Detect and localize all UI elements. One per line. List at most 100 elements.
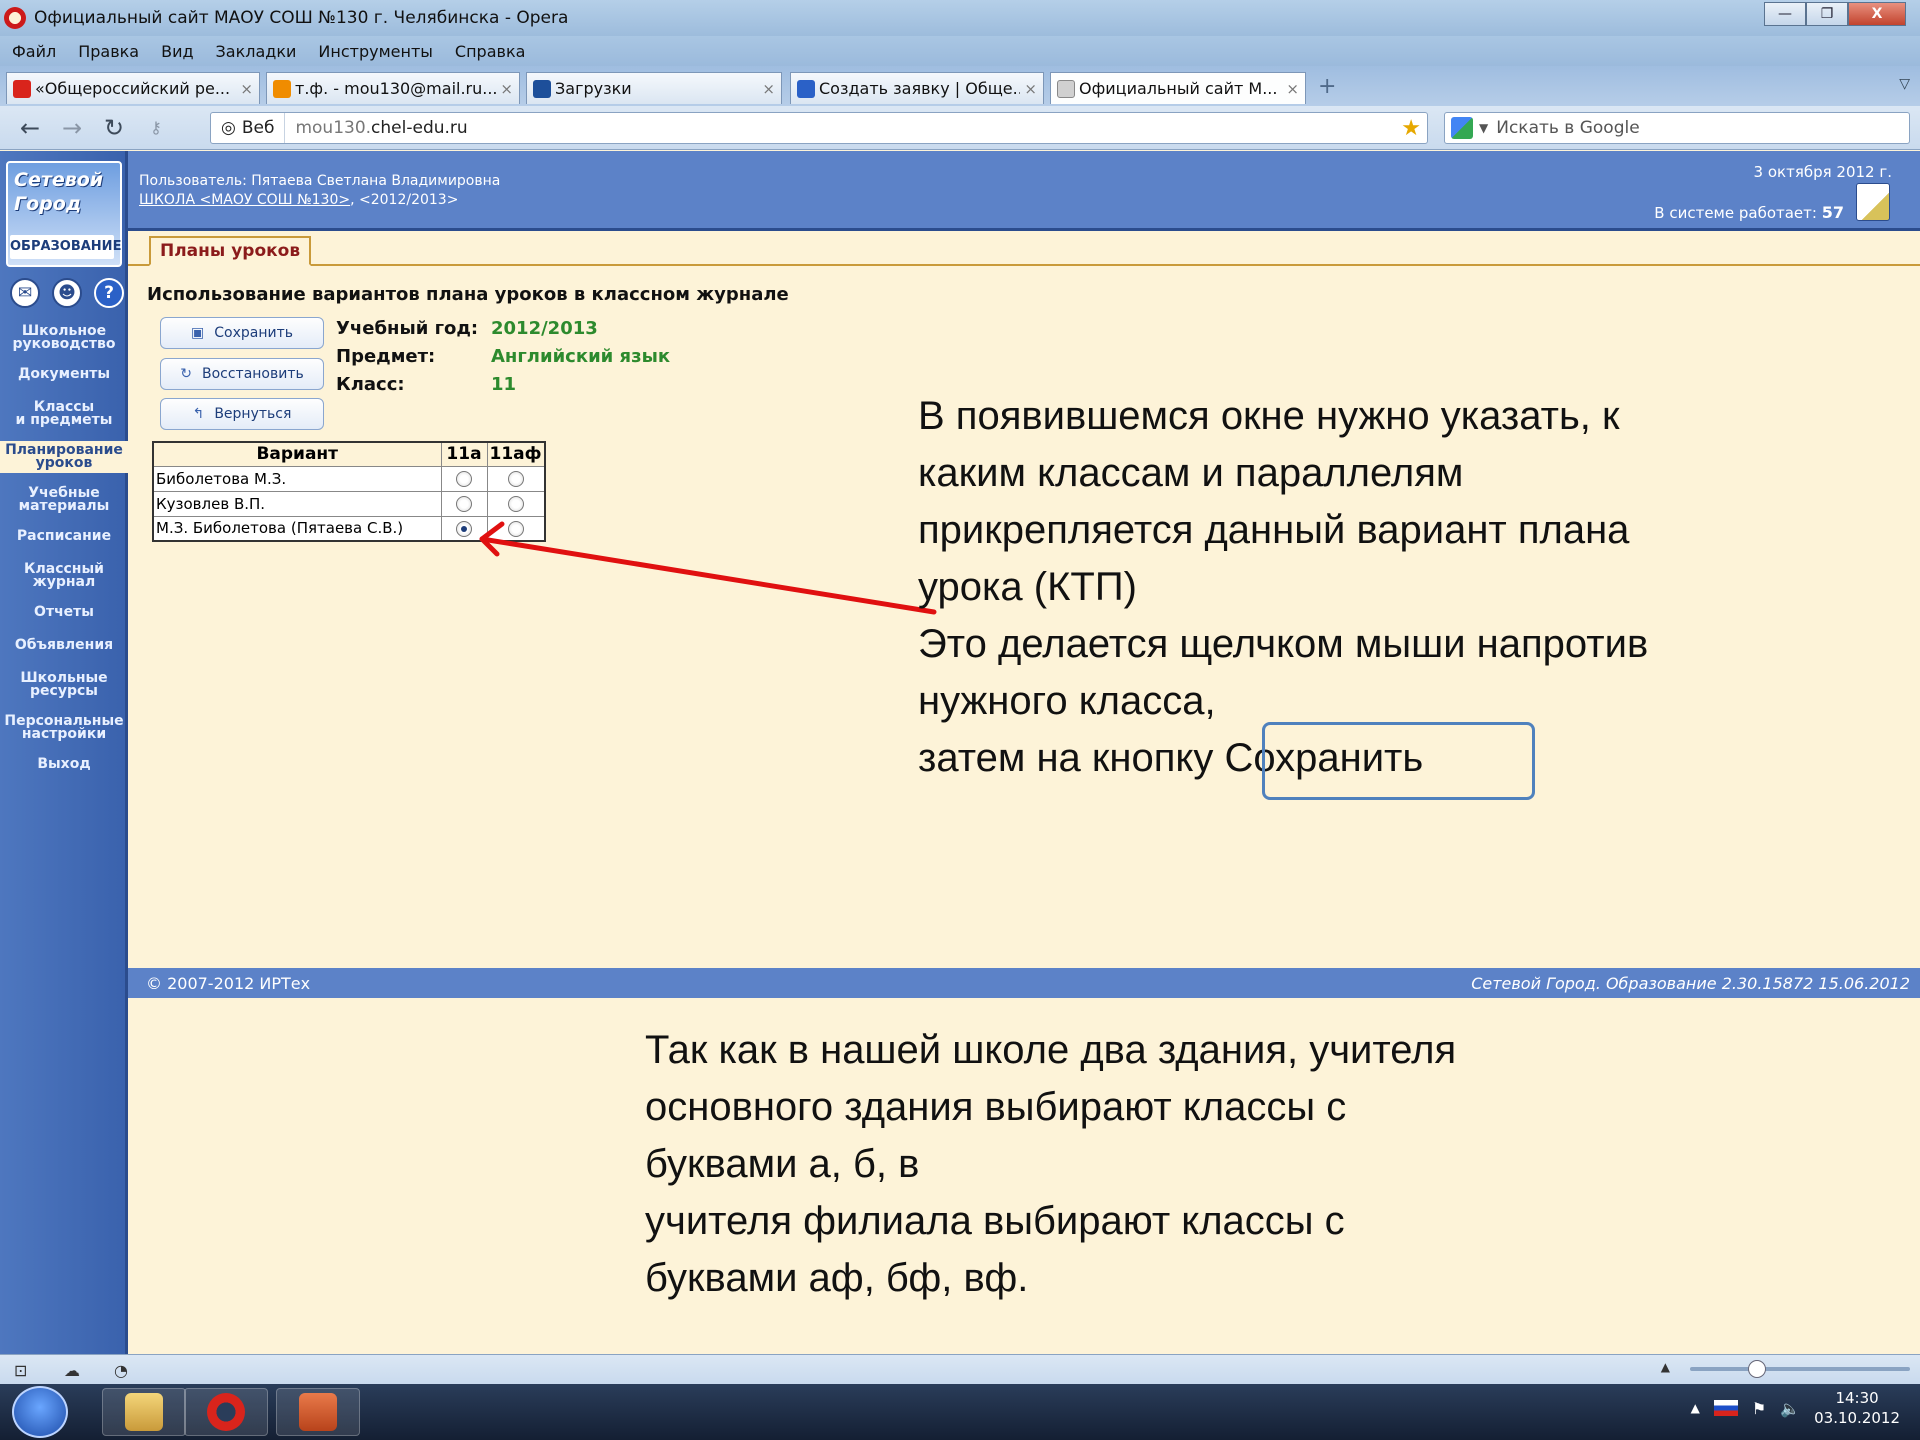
- menu-help[interactable]: Справка: [455, 42, 526, 61]
- new-tab-icon[interactable]: +: [1318, 74, 1336, 99]
- menu-bookmarks[interactable]: Закладки: [216, 42, 297, 61]
- subject-label: Предмет:: [336, 346, 436, 367]
- callout-line: прикрепляется данный вариант плана: [918, 508, 1630, 552]
- bookmark-star-icon[interactable]: ★: [1401, 116, 1421, 141]
- radio-11af[interactable]: [507, 496, 524, 512]
- sidebar-item[interactable]: Выход: [0, 755, 128, 774]
- menu-file[interactable]: Файл: [12, 42, 56, 61]
- column-header-11a: 11а: [440, 441, 488, 467]
- variant-name: Кузовлев В.П.: [152, 490, 442, 517]
- column-header-variant: Вариант: [152, 441, 442, 467]
- zoom-slider[interactable]: [1690, 1360, 1910, 1378]
- opera-taskbar-icon[interactable]: [184, 1388, 268, 1436]
- tab-close-icon[interactable]: ×: [1024, 80, 1037, 98]
- zoom-slider-knob[interactable]: [1748, 1360, 1766, 1378]
- site-logo[interactable]: Сетевой Город ОБРАЗОВАНИЕ: [6, 161, 122, 267]
- sidebar-item[interactable]: Классный журнал: [0, 560, 128, 592]
- opera-logo-icon: [4, 7, 26, 29]
- sidebar-item[interactable]: Школьные ресурсы: [0, 669, 128, 701]
- tab-lesson-plans[interactable]: Планы уроков: [149, 236, 312, 266]
- clock[interactable]: 14:30 03.10.2012: [1814, 1388, 1900, 1428]
- speed-dial-icon[interactable]: ◔: [114, 1361, 134, 1380]
- sidebar-item[interactable]: Объявления: [0, 636, 128, 655]
- action-center-icon[interactable]: ⚑: [1752, 1399, 1766, 1418]
- sidebar-item[interactable]: Расписание: [0, 527, 128, 546]
- address-field[interactable]: ◎ Веб mou130.chel-edu.ru ★: [210, 112, 1428, 144]
- sidebar-item[interactable]: Отчеты: [0, 603, 128, 622]
- search-dropdown-icon[interactable]: ▼: [1479, 121, 1488, 135]
- forward-arrow-icon[interactable]: →: [60, 114, 84, 142]
- school-link[interactable]: ШКОЛА <МАОУ СОШ №130>: [139, 192, 350, 208]
- tab-close-icon[interactable]: ×: [240, 80, 253, 98]
- sidebar-item[interactable]: Учебные материалы: [0, 484, 128, 516]
- reload-icon[interactable]: ↻: [102, 114, 126, 142]
- system-tray: ▲ ⚑ 🔈 14:30 03.10.2012: [1691, 1388, 1900, 1428]
- tray-expand-icon[interactable]: ▲: [1691, 1401, 1700, 1415]
- online-users: В системе работает: 57: [1654, 203, 1844, 222]
- menu-tools[interactable]: Инструменты: [318, 42, 433, 61]
- tab-close-icon[interactable]: ×: [762, 80, 775, 98]
- browser-tab[interactable]: Создать заявку | Обще... ×: [790, 72, 1044, 104]
- page-tabs: Планы уроков: [128, 234, 1920, 266]
- browser-tab[interactable]: т.ф. - mou130@mail.ru... ×: [266, 72, 520, 104]
- save-button[interactable]: ▣ Сохранить: [160, 317, 324, 349]
- floppy-icon: ▣: [191, 325, 205, 341]
- browser-tab[interactable]: «Общероссийский ре... ×: [6, 72, 260, 104]
- buildings-note: Так как в нашей школе два здания, учител…: [645, 1022, 1645, 1307]
- radio-cell: [440, 490, 488, 517]
- page-icon: [1057, 79, 1075, 98]
- save-highlight-box: [1262, 722, 1535, 800]
- mail-icon[interactable]: ✉: [10, 278, 40, 308]
- browser-tab-active[interactable]: Официальный сайт М... ×: [1050, 72, 1306, 104]
- search-input[interactable]: ▼ Искать в Google: [1444, 112, 1910, 144]
- chevron-down-icon[interactable]: ▽: [1899, 76, 1910, 92]
- table-row: Кузовлев В.П.: [152, 490, 545, 517]
- browser-tab[interactable]: Загрузки ×: [526, 72, 782, 104]
- tab-close-icon[interactable]: ×: [500, 80, 513, 98]
- restore-button[interactable]: ↻ Восстановить: [160, 358, 324, 390]
- maximize-button[interactable]: ❐: [1806, 2, 1848, 26]
- minimize-button[interactable]: —: [1764, 2, 1806, 26]
- callout-line: учителя филиала выбирают классы с: [645, 1199, 1345, 1243]
- window-controls: — ❐ X: [1764, 2, 1906, 26]
- window-title: Официальный сайт МАОУ СОШ №130 г. Челяби…: [34, 8, 569, 28]
- subject-value: Английский язык: [491, 346, 671, 367]
- volume-icon[interactable]: 🔈: [1780, 1399, 1800, 1418]
- users-icon[interactable]: ☻: [52, 278, 82, 308]
- help-icon[interactable]: ?: [94, 278, 124, 308]
- user-name: Пользователь: Пятаева Светлана Владимиро…: [139, 173, 501, 189]
- sidebar-item[interactable]: Классы и предметы: [0, 398, 128, 430]
- radio-11af[interactable]: [507, 471, 524, 487]
- callout-line: Это делается щелчком мыши напротив: [918, 622, 1649, 666]
- tab-close-icon[interactable]: ×: [1286, 80, 1299, 98]
- page-title: Использование вариантов плана уроков в к…: [147, 284, 789, 305]
- radio-11a[interactable]: [456, 496, 472, 512]
- panel-toggle-icon[interactable]: ⊡: [14, 1361, 34, 1380]
- language-flag-icon[interactable]: [1713, 1400, 1738, 1416]
- web-badge[interactable]: ◎ Веб: [211, 113, 286, 143]
- callout-line: основного здания выбирают классы с: [645, 1085, 1347, 1129]
- document-icon[interactable]: [1856, 183, 1890, 221]
- return-icon: ↰: [192, 406, 205, 422]
- sidebar-item[interactable]: Персональные настройки: [0, 712, 128, 744]
- sidebar-item[interactable]: Школьное руководство: [0, 322, 128, 354]
- address-toolbar: ← → ↻ ⚷ ◎ Веб mou130.chel-edu.ru ★ ▼ Иск…: [0, 106, 1920, 150]
- search-placeholder: Искать в Google: [1496, 118, 1640, 138]
- back-arrow-icon[interactable]: ←: [18, 114, 42, 142]
- cloud-icon[interactable]: ☁: [64, 1361, 84, 1380]
- sidebar-item[interactable]: Документы: [0, 365, 128, 384]
- radio-11a[interactable]: [456, 471, 472, 487]
- year-value: 2012/2013: [491, 318, 598, 339]
- start-button[interactable]: [12, 1386, 68, 1438]
- back-button[interactable]: ↰ Вернуться: [160, 398, 324, 430]
- close-button[interactable]: X: [1848, 2, 1906, 26]
- sidebar-item[interactable]: Планирование уроков: [0, 441, 128, 473]
- menu-view[interactable]: Вид: [161, 42, 193, 61]
- zoom-up-icon[interactable]: ▲: [1661, 1360, 1670, 1374]
- menu-edit[interactable]: Правка: [78, 42, 139, 61]
- key-icon[interactable]: ⚷: [144, 118, 168, 137]
- explorer-taskbar-icon[interactable]: [102, 1388, 186, 1436]
- school-info: ШКОЛА <МАОУ СОШ №130>, <2012/2013>: [139, 192, 459, 208]
- powerpoint-taskbar-icon[interactable]: [276, 1388, 360, 1436]
- variant-name: М.З. Биболетова (Пятаева С.В.): [152, 515, 442, 542]
